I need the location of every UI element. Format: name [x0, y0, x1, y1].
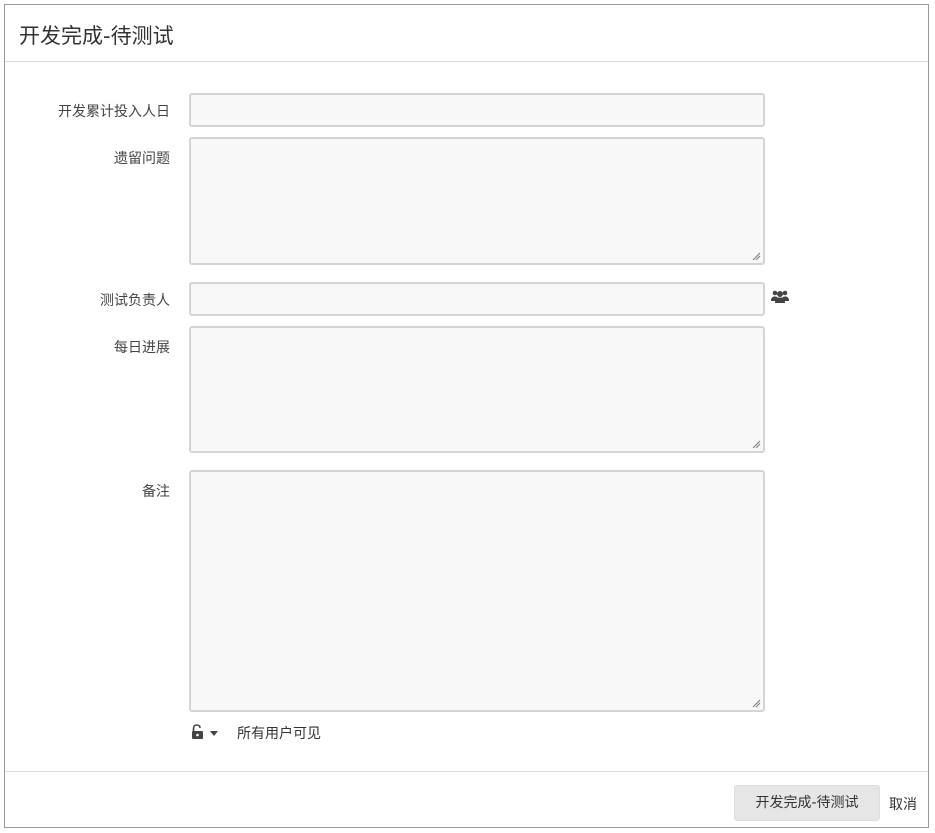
field-label-open-issues: 遗留问题	[114, 151, 170, 167]
users-icon[interactable]	[771, 289, 789, 303]
resize-grip-icon[interactable]	[751, 251, 761, 261]
resize-grip-icon[interactable]	[751, 439, 761, 449]
dialog-footer: 开发完成-待测试 取消	[5, 771, 928, 828]
dialog: 开发完成-待测试 开发累计投入人日 遗留问题 测试负责人 每日进展 备注 所有用…	[4, 4, 929, 828]
field-label-test-owner: 测试负责人	[100, 293, 170, 309]
test-owner-input[interactable]	[189, 282, 765, 316]
field-label-dev-person-days: 开发累计投入人日	[58, 104, 170, 120]
field-label-remarks: 备注	[142, 484, 170, 500]
dialog-header: 开发完成-待测试	[5, 5, 928, 62]
dialog-title: 开发完成-待测试	[19, 24, 174, 48]
visibility-label[interactable]: 所有用户可见	[237, 723, 321, 743]
dev-person-days-input[interactable]	[189, 93, 765, 127]
open-issues-textarea[interactable]	[189, 137, 765, 265]
caret-down-icon[interactable]	[210, 731, 218, 736]
remarks-textarea[interactable]	[189, 470, 765, 712]
resize-grip-icon[interactable]	[751, 698, 761, 708]
field-label-daily-progress: 每日进展	[114, 340, 170, 356]
cancel-link[interactable]: 取消	[889, 794, 917, 814]
daily-progress-textarea[interactable]	[189, 326, 765, 453]
submit-dev-complete-button[interactable]: 开发完成-待测试	[734, 785, 880, 821]
unlock-icon[interactable]	[191, 724, 205, 740]
